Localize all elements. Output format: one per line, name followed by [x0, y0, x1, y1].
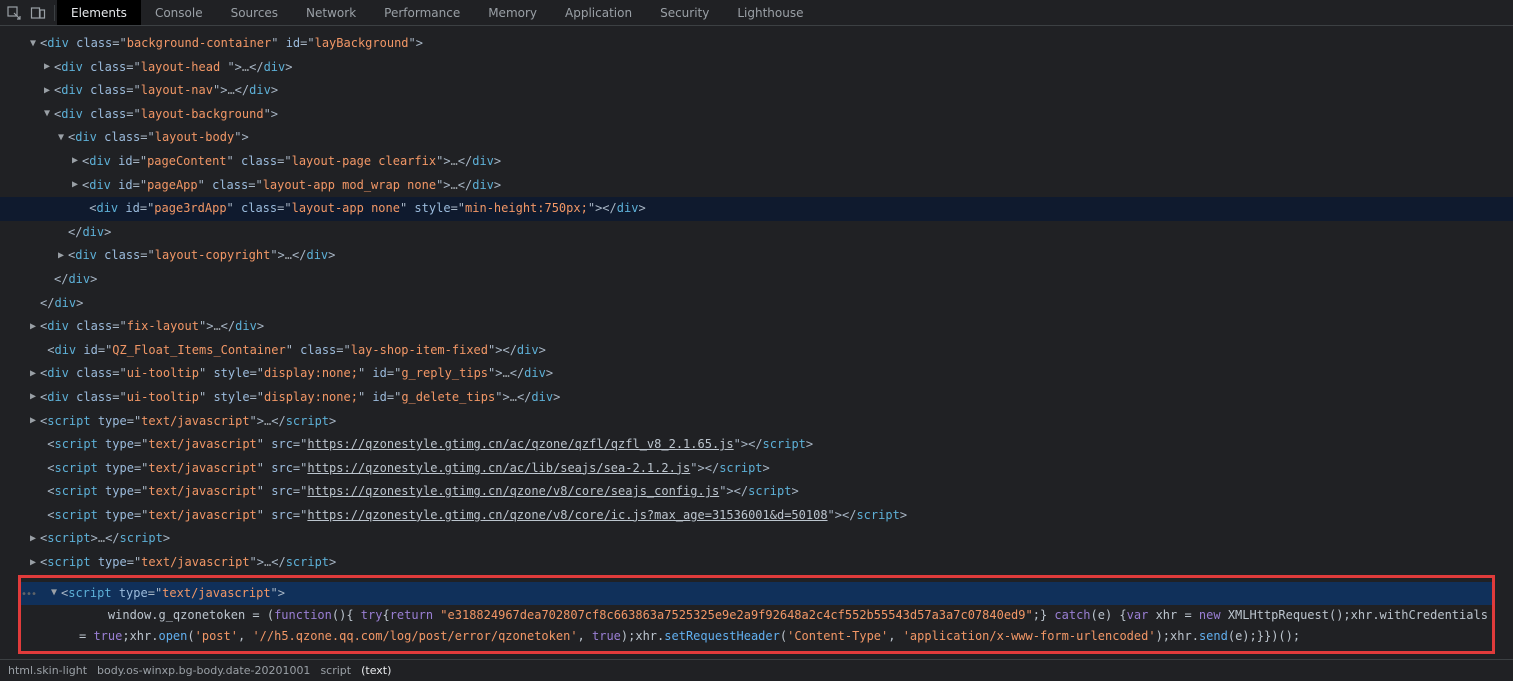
tab-network[interactable]: Network: [292, 0, 370, 25]
expand-down-icon[interactable]: ▼: [44, 105, 54, 123]
dom-node[interactable]: ▶<div class="fix-layout">…</div>: [0, 315, 1513, 339]
highlighted-annotation: •••▼<script type="text/javascript"> wind…: [18, 575, 1495, 655]
toolbar-icons: [0, 5, 52, 21]
tab-memory[interactable]: Memory: [474, 0, 551, 25]
dom-node[interactable]: ▶<div id="pageApp" class="layout-app mod…: [0, 174, 1513, 198]
dom-node-expanded[interactable]: •••▼<script type="text/javascript">: [21, 582, 1492, 606]
dom-node[interactable]: ▶<div id="pageContent" class="layout-pag…: [0, 150, 1513, 174]
expand-right-icon[interactable]: ▶: [44, 82, 54, 100]
breadcrumb-item[interactable]: script: [320, 664, 351, 677]
tab-lighthouse[interactable]: Lighthouse: [723, 0, 817, 25]
dom-node[interactable]: <div id="QZ_Float_Items_Container" class…: [0, 339, 1513, 363]
inspect-icon[interactable]: [6, 5, 22, 21]
expand-down-icon[interactable]: ▼: [30, 35, 40, 53]
separator: [54, 5, 55, 21]
dom-node[interactable]: ▶<script type="text/javascript">…</scrip…: [0, 551, 1513, 575]
dom-node[interactable]: ▶<div class="layout-copyright">…</div>: [0, 244, 1513, 268]
tab-sources[interactable]: Sources: [217, 0, 292, 25]
expand-down-icon[interactable]: ▼: [58, 129, 68, 147]
dom-node[interactable]: </div>: [0, 221, 1513, 245]
elements-tree[interactable]: ▼<div class="background-container" id="l…: [0, 26, 1513, 659]
dom-node[interactable]: </div>: [0, 292, 1513, 316]
tab-elements[interactable]: Elements: [57, 0, 141, 25]
expand-right-icon[interactable]: ▶: [30, 530, 40, 548]
dom-node[interactable]: ▶<div class="ui-tooltip" style="display:…: [0, 386, 1513, 410]
expand-right-icon[interactable]: ▶: [72, 152, 82, 170]
breadcrumb-item[interactable]: body.os-winxp.bg-body.date-20201001: [97, 664, 310, 677]
expand-right-icon[interactable]: ▶: [44, 58, 54, 76]
main-tabs: Elements Console Sources Network Perform…: [57, 0, 818, 25]
dom-node[interactable]: ▶<div class="layout-head ">…</div>: [0, 56, 1513, 80]
dom-node[interactable]: <script type="text/javascript" src="http…: [0, 433, 1513, 457]
dom-node[interactable]: <script type="text/javascript" src="http…: [0, 504, 1513, 528]
device-icon[interactable]: [30, 5, 46, 21]
tab-security[interactable]: Security: [646, 0, 723, 25]
dom-node[interactable]: ▼<div class="background-container" id="l…: [0, 32, 1513, 56]
dom-node-selected[interactable]: <div id="page3rdApp" class="layout-app n…: [0, 197, 1513, 221]
breadcrumb-item[interactable]: html.skin-light: [8, 664, 87, 677]
devtools-toolbar: Elements Console Sources Network Perform…: [0, 0, 1513, 26]
dom-node[interactable]: <script type="text/javascript" src="http…: [0, 480, 1513, 504]
tab-application[interactable]: Application: [551, 0, 646, 25]
expand-right-icon[interactable]: ▶: [30, 318, 40, 336]
breadcrumb-item-current[interactable]: (text): [361, 664, 391, 677]
breadcrumb-bar: html.skin-light body.os-winxp.bg-body.da…: [0, 659, 1513, 681]
expand-right-icon[interactable]: ▶: [30, 554, 40, 572]
expand-right-icon[interactable]: ▶: [30, 365, 40, 383]
comment-line: /**: [0, 654, 1513, 659]
expand-right-icon[interactable]: ▶: [58, 247, 68, 265]
dom-node[interactable]: ▶<script type="text/javascript">…</scrip…: [0, 410, 1513, 434]
expand-right-icon[interactable]: ▶: [30, 412, 40, 430]
expand-down-icon[interactable]: ▼: [51, 584, 61, 602]
dom-node[interactable]: ▶<div class="ui-tooltip" style="display:…: [0, 362, 1513, 386]
main-panel: ▼<div class="background-container" id="l…: [0, 26, 1513, 659]
tab-performance[interactable]: Performance: [370, 0, 474, 25]
dom-node[interactable]: ▶<script>…</script>: [0, 527, 1513, 551]
dom-node[interactable]: ▶<div class="layout-nav">…</div>: [0, 79, 1513, 103]
expand-right-icon[interactable]: ▶: [30, 388, 40, 406]
more-icon[interactable]: •••: [21, 586, 36, 604]
dom-node[interactable]: </div>: [0, 268, 1513, 292]
tab-console[interactable]: Console: [141, 0, 217, 25]
dom-node[interactable]: <script type="text/javascript" src="http…: [0, 457, 1513, 481]
script-text-content[interactable]: window.g_qzonetoken = (function(){ try{r…: [21, 605, 1492, 647]
dom-node[interactable]: ▼<div class="layout-background">: [0, 103, 1513, 127]
expand-right-icon[interactable]: ▶: [72, 176, 82, 194]
dom-node[interactable]: ▼<div class="layout-body">: [0, 126, 1513, 150]
